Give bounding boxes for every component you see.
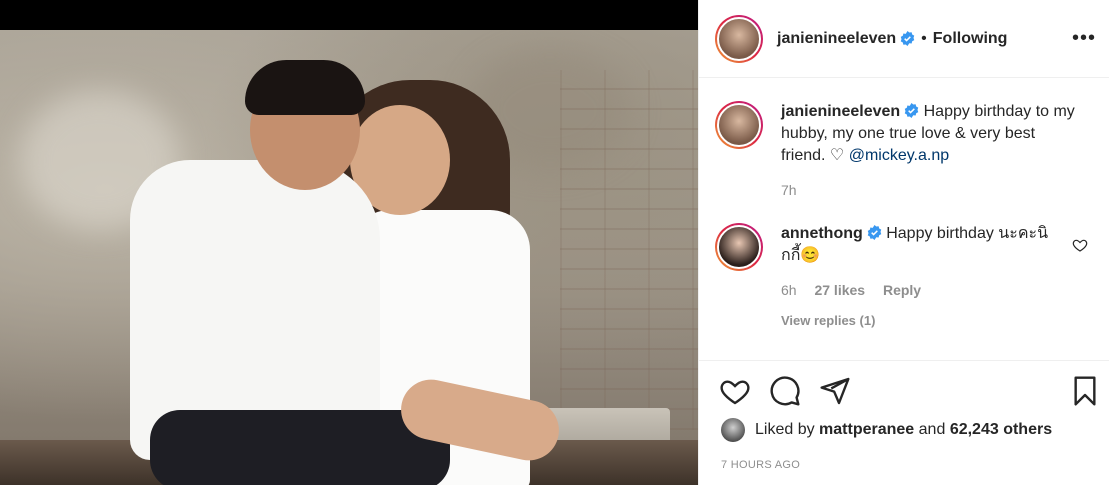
verified-icon: [900, 31, 915, 46]
caption-time[interactable]: 7h: [781, 182, 797, 198]
post-header: janienineeleven • Following •••: [699, 0, 1109, 78]
view-replies-link[interactable]: View replies (1): [781, 313, 1094, 328]
likes-count[interactable]: 62,243 others: [950, 421, 1052, 439]
comments-list[interactable]: janienineeleven Happy birthday to my hub…: [699, 79, 1109, 359]
mention-link[interactable]: @mickey.a.np: [849, 147, 949, 164]
comment-time[interactable]: 6h: [781, 282, 797, 298]
caption-username[interactable]: janienineeleven: [781, 103, 900, 120]
verified-icon: [904, 103, 919, 118]
following-button[interactable]: Following: [933, 30, 1008, 48]
follow-separator: •: [921, 29, 927, 47]
comment-item: annethong Happy birthday นะคะนิกกี้😊 6h …: [715, 223, 1094, 301]
comment-avatar[interactable]: [715, 223, 763, 271]
author-username[interactable]: janienineeleven: [777, 30, 896, 48]
caption-meta: 7h: [781, 179, 1081, 201]
comment-meta: 6h 27 likes Reply: [781, 279, 1051, 301]
liker-avatar[interactable]: [721, 418, 745, 442]
caption: janienineeleven Happy birthday to my hub…: [715, 101, 1094, 201]
share-icon[interactable]: [819, 375, 851, 407]
post-photo-pane: [0, 0, 698, 485]
liker-username[interactable]: mattperanee: [819, 421, 914, 439]
heart-emoji: ♡: [829, 147, 845, 164]
brick-wall: [560, 70, 698, 430]
verified-icon: [867, 225, 882, 240]
liked-by-prefix: Liked by: [755, 421, 815, 438]
photo-top-bar: [0, 0, 698, 30]
action-bar: [699, 360, 1109, 420]
post-timestamp[interactable]: 7 HOURS AGO: [721, 459, 800, 471]
liked-by: Liked by mattperanee and 62,243 others: [721, 418, 1052, 442]
reply-button[interactable]: Reply: [883, 282, 921, 298]
bookmark-icon[interactable]: [1069, 375, 1101, 407]
more-icon[interactable]: •••: [1072, 28, 1096, 48]
comment-likes[interactable]: 27 likes: [814, 282, 865, 298]
liked-by-conj: and: [918, 421, 946, 438]
man-hair: [245, 60, 365, 115]
caption-avatar[interactable]: [715, 101, 763, 149]
comment-username[interactable]: annethong: [781, 225, 863, 242]
post-image[interactable]: [0, 30, 698, 485]
post-side-panel: janienineeleven • Following ••• janienin…: [698, 0, 1109, 485]
comment-like-icon[interactable]: [1072, 237, 1088, 253]
heart-icon[interactable]: [719, 375, 751, 407]
author-avatar[interactable]: [715, 14, 763, 63]
comment-icon[interactable]: [769, 375, 801, 407]
